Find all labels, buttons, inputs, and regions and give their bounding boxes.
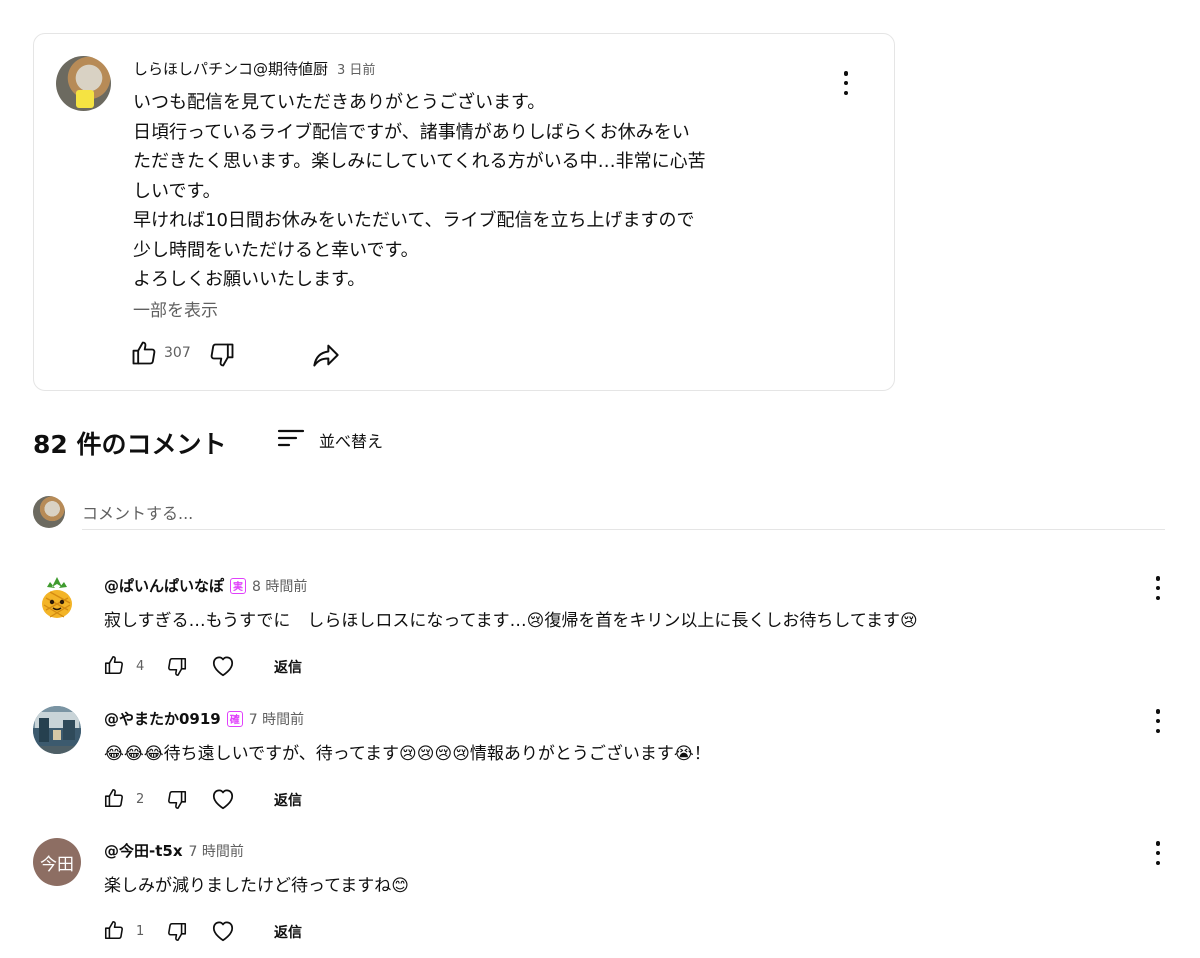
comment-text: 楽しみが減りましたけど待ってますね😊 <box>104 876 410 896</box>
thumbs-up-icon[interactable] <box>102 786 126 810</box>
post-line: いつも配信を見ていただきありがとうございます。 <box>133 92 546 113</box>
comment-author[interactable]: @今田-t5x <box>104 840 183 861</box>
comment-like-count: 2 <box>136 792 145 807</box>
comment-author[interactable]: @ぱいんぱいなぽ <box>104 575 224 596</box>
post-time[interactable]: 3 日前 <box>337 59 375 78</box>
post-line: ただきたく思います。楽しみにしていてくれる方がいる中…非常に心苦 <box>133 151 706 172</box>
comment-text: 😂😂😂待ち遠しいですが、待ってます😢😢😢😢情報ありがとうございます😭！ <box>104 744 711 764</box>
thumbs-down-icon[interactable] <box>165 920 189 944</box>
comment-like-count: 4 <box>136 659 145 674</box>
post-like-count: 307 <box>164 345 191 361</box>
comment-thread: @ぱいんぱいなぽ 実 8 時間前 寂しすぎる…もうすでに しらほしロスになってま… <box>0 573 1200 693</box>
sort-icon <box>277 426 305 454</box>
thumbs-up-icon[interactable] <box>129 338 159 368</box>
reply-button[interactable]: 返信 <box>274 657 302 677</box>
reply-button[interactable]: 返信 <box>274 922 302 942</box>
comment-action-bar: 4 返信 <box>102 651 402 683</box>
show-less-link[interactable]: 一部を表示 <box>133 296 218 321</box>
comment-more-actions-icon[interactable] <box>1155 841 1161 865</box>
heart-icon[interactable] <box>208 652 238 680</box>
thumbs-up-icon[interactable] <box>102 918 126 942</box>
comment-like-count: 1 <box>136 924 145 939</box>
comment-action-bar: 1 返信 <box>102 916 402 948</box>
comment-time[interactable]: 7 時間前 <box>189 841 244 861</box>
community-post-card: しらほしパチンコ@期待値厨 3 日前 いつも配信を見ていただきありがとうございま… <box>33 33 895 391</box>
post-line: 早ければ10日間お休みをいただいて、ライブ配信を立ち上げますので <box>133 210 695 231</box>
commenter-avatar[interactable] <box>33 706 81 754</box>
reply-button[interactable]: 返信 <box>274 790 302 810</box>
comment-more-actions-icon[interactable] <box>1155 709 1161 733</box>
post-line: しいです。 <box>133 180 221 202</box>
comment-author[interactable]: @やまたか0919 <box>104 708 221 729</box>
member-badge-icon: 確 <box>226 710 243 727</box>
sort-comments-button[interactable]: 並べ替え <box>277 426 383 454</box>
thumbs-down-icon[interactable] <box>165 788 189 812</box>
post-author[interactable]: しらほしパチンコ@期待値厨 <box>133 58 328 79</box>
post-header: しらほしパチンコ@期待値厨 3 日前 <box>133 58 375 79</box>
channel-avatar[interactable] <box>56 56 111 111</box>
comments-count-heading: 82 件のコメント <box>33 430 227 459</box>
comment-more-actions-icon[interactable] <box>1155 576 1161 600</box>
post-body: いつも配信を見ていただきありがとうございます。 日頃行っているライブ配信ですが、… <box>133 88 823 295</box>
commenter-avatar[interactable]: 今田 <box>33 838 81 886</box>
comment-header: @今田-t5x 7 時間前 <box>104 840 244 861</box>
commenter-avatar[interactable] <box>33 573 81 621</box>
member-badge-icon: 実 <box>230 577 247 594</box>
sort-label: 並べ替え <box>319 432 384 451</box>
share-icon[interactable] <box>310 340 342 370</box>
thumbs-up-icon[interactable] <box>102 653 126 677</box>
avatar-initials: 今田 <box>40 854 74 875</box>
comment-header: @やまたか0919 確 7 時間前 <box>104 708 304 729</box>
post-line: よろしくお願いいたします。 <box>133 269 366 290</box>
comment-thread: 今田 @今田-t5x 7 時間前 楽しみが減りましたけど待ってますね😊 1 返信 <box>0 838 1200 958</box>
heart-icon[interactable] <box>208 785 238 813</box>
thumbs-down-icon[interactable] <box>207 340 237 370</box>
my-avatar <box>33 496 65 528</box>
comment-header: @ぱいんぱいなぽ 実 8 時間前 <box>104 575 307 596</box>
comment-thread: @やまたか0919 確 7 時間前 😂😂😂待ち遠しいですが、待ってます😢😢😢😢情… <box>0 706 1200 826</box>
heart-icon[interactable] <box>208 917 238 945</box>
comment-action-bar: 2 返信 <box>102 784 402 816</box>
post-line: 少し時間をいただけると幸いです。 <box>133 239 419 261</box>
post-line: 日頃行っているライブ配信ですが、諸事情がありしばらくお休みをい <box>133 121 690 143</box>
thumbs-down-icon[interactable] <box>165 655 189 679</box>
comment-text: 寂しすぎる…もうすでに しらほしロスになってます…😢復帰を首をキリン以上に長くし… <box>104 611 918 631</box>
post-more-actions-icon[interactable] <box>843 71 849 95</box>
add-comment-input[interactable] <box>82 497 1165 530</box>
comment-time[interactable]: 8 時間前 <box>252 576 307 596</box>
comment-time[interactable]: 7 時間前 <box>249 709 304 729</box>
